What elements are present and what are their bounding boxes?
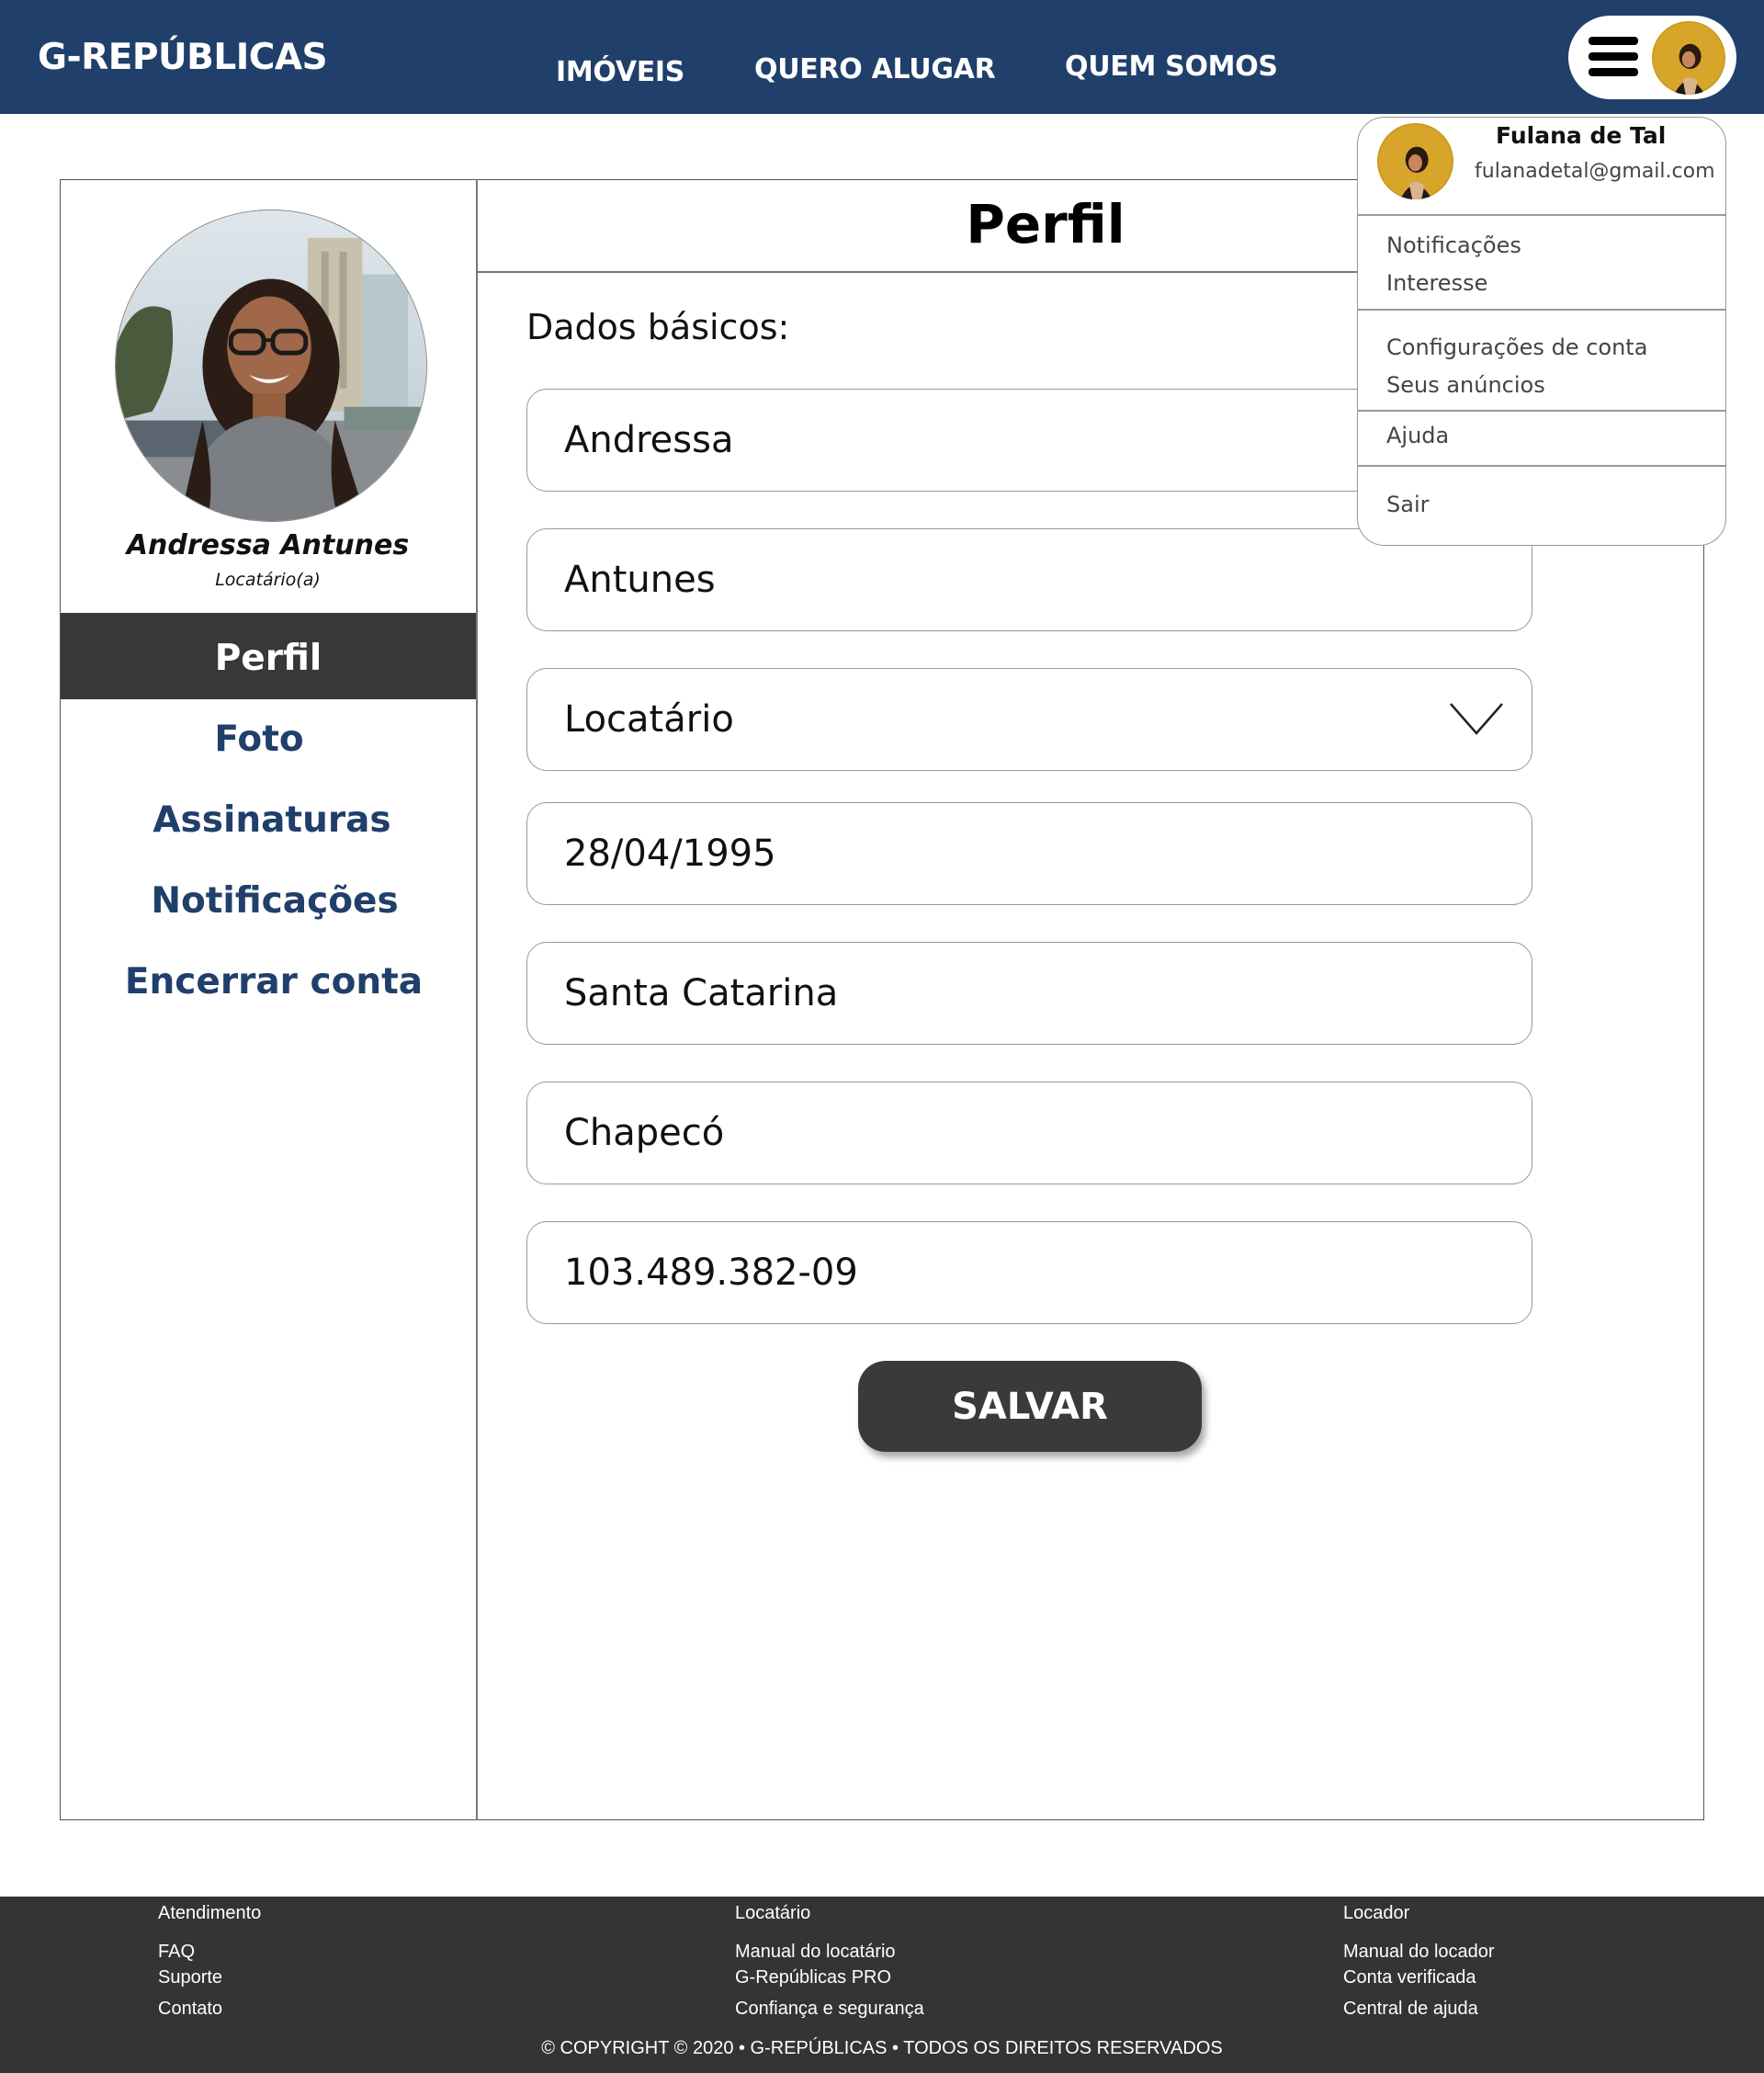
copyright-notice: © COPYRIGHT © 2020 • G-REPÚBLICAS • TODO… — [541, 2038, 1223, 2058]
chevron-down-icon[interactable] — [1449, 700, 1504, 737]
profile-role: Locatário(a) — [215, 570, 321, 590]
city-value: Chapecó — [564, 1112, 725, 1154]
profile-photo[interactable] — [115, 210, 427, 522]
city-field[interactable]: Chapecó — [526, 1082, 1532, 1184]
cpf-field[interactable]: 103.489.382-09 — [526, 1221, 1532, 1324]
sidebar-item-encerrar-conta[interactable]: Encerrar conta — [66, 961, 481, 1003]
footer-link-suporte[interactable]: Suporte — [158, 1967, 222, 1988]
section-label: Dados básicos: — [526, 307, 790, 347]
dropdown-divider — [1358, 410, 1725, 412]
nav-quero-alugar[interactable]: QUERO ALUGAR — [754, 53, 996, 85]
avatar-portrait-icon — [1652, 21, 1725, 95]
avatar-portrait-icon — [1377, 123, 1453, 199]
footer-heading-locatario: Locatário — [735, 1903, 811, 1923]
nav-imoveis[interactable]: IMÓVEIS — [556, 56, 684, 88]
state-value: Santa Catarina — [564, 972, 839, 1014]
cpf-value: 103.489.382-09 — [564, 1252, 858, 1294]
menu-item-notificacoes[interactable]: Notificações — [1386, 232, 1521, 258]
menu-item-configuracoes[interactable]: Configurações de conta — [1386, 334, 1647, 360]
menu-item-sair[interactable]: Sair — [1386, 492, 1429, 517]
state-field[interactable]: Santa Catarina — [526, 942, 1532, 1045]
footer-link-faq[interactable]: FAQ — [158, 1942, 195, 1963]
user-type-value: Locatário — [564, 698, 734, 741]
user-menu-toggle[interactable] — [1568, 16, 1736, 99]
footer-link-contato[interactable]: Contato — [158, 1999, 222, 2020]
birth-date-field[interactable]: 28/04/1995 — [526, 802, 1532, 905]
nav-quem-somos[interactable]: QUEM SOMOS — [1065, 51, 1278, 83]
sidebar-item-notificacoes[interactable]: Notificações — [67, 880, 482, 922]
brand-logo[interactable]: G-REPÚBLICAS — [38, 37, 328, 78]
profile-name: Andressa Antunes — [126, 529, 410, 561]
dropdown-divider — [1358, 214, 1725, 216]
footer-link-conta-verificada[interactable]: Conta verificada — [1343, 1967, 1476, 1988]
footer-heading-locador: Locador — [1343, 1903, 1410, 1923]
menu-item-interesse[interactable]: Interesse — [1386, 270, 1487, 296]
footer-link-manual-locador[interactable]: Manual do locador — [1343, 1942, 1495, 1963]
save-button-label: SALVAR — [952, 1385, 1108, 1428]
footer-link-manual-locatario[interactable]: Manual do locatário — [735, 1942, 896, 1963]
menu-item-seus-anuncios[interactable]: Seus anúncios — [1386, 372, 1545, 398]
profile-photo-image — [116, 210, 426, 521]
sidebar-item-perfil[interactable]: Perfil — [61, 638, 476, 679]
hamburger-menu-icon[interactable] — [1589, 35, 1638, 79]
top-header: G-REPÚBLICAS IMÓVEIS QUERO ALUGAR QUEM S… — [0, 0, 1764, 114]
last-name-value: Antunes — [564, 559, 716, 601]
dropdown-user-email: fulanadetal@gmail.com — [1475, 160, 1715, 183]
footer-heading-atendimento: Atendimento — [158, 1903, 262, 1923]
user-type-select[interactable]: Locatário — [526, 668, 1532, 771]
dropdown-avatar — [1377, 123, 1453, 199]
sidebar-item-assinaturas[interactable]: Assinaturas — [64, 799, 480, 841]
first-name-value: Andressa — [564, 419, 734, 461]
dropdown-divider — [1358, 465, 1725, 467]
save-button[interactable]: SALVAR — [858, 1361, 1202, 1452]
footer-link-pro[interactable]: G-Repúblicas PRO — [735, 1967, 891, 1988]
dropdown-divider — [1358, 309, 1725, 311]
footer-link-confianca[interactable]: Confiança e segurança — [735, 1999, 924, 2020]
menu-item-ajuda[interactable]: Ajuda — [1386, 423, 1449, 448]
user-dropdown-menu: Fulana de Tal fulanadetal@gmail.com Noti… — [1357, 117, 1726, 546]
footer-link-central-ajuda[interactable]: Central de ajuda — [1343, 1999, 1478, 2020]
user-avatar[interactable] — [1652, 21, 1725, 95]
sidebar-item-foto[interactable]: Foto — [51, 719, 467, 760]
dropdown-user-name: Fulana de Tal — [1496, 122, 1667, 149]
birth-date-value: 28/04/1995 — [564, 833, 776, 875]
